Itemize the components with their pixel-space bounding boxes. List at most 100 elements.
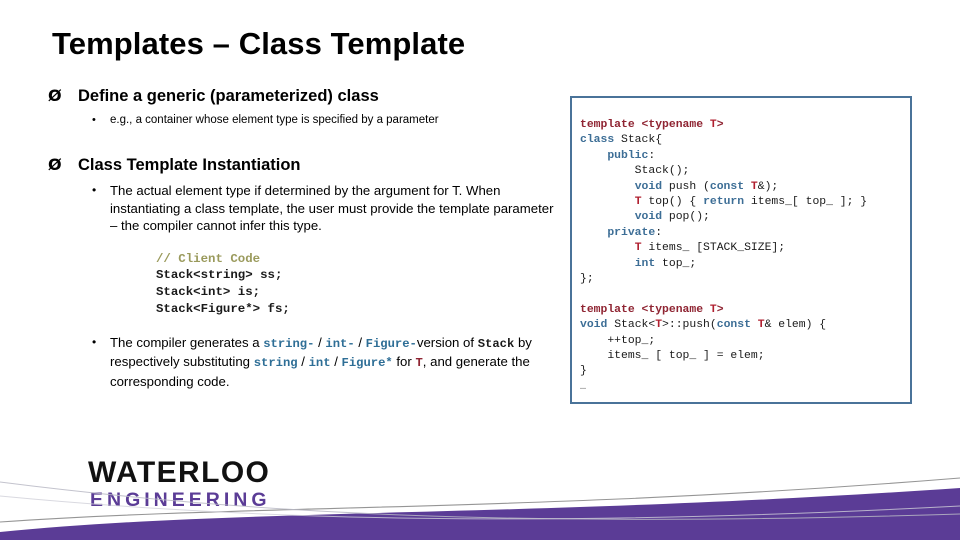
code-token: &); <box>757 180 779 193</box>
code-line: private: <box>580 227 662 239</box>
code-token: items_[ top_ ]; } <box>750 196 868 209</box>
token-string: string <box>253 356 298 371</box>
client-code-comment: // Client Code <box>156 251 261 266</box>
token-string-dash: string- <box>263 336 315 351</box>
code-token: const <box>716 319 758 332</box>
code-line: Stack(); <box>580 165 690 178</box>
code-line: ++top_; <box>580 335 655 347</box>
code-token: T <box>709 119 717 131</box>
code-token: T <box>634 242 642 255</box>
code-token: void <box>634 180 669 193</box>
code-line: class Stack{ <box>580 134 662 146</box>
logo-engineering-text: ENGINEERING <box>90 489 271 511</box>
dot-bullet-icon: • <box>92 183 97 197</box>
code-line: public: <box>580 150 655 162</box>
code-line: T top() { return items_[ top_ ]; } <box>580 196 867 208</box>
code-token: public <box>607 149 649 162</box>
bullet-class-template-instantiation-label: Class Template Instantiation <box>78 156 301 174</box>
code-token: ++top_; <box>580 334 656 347</box>
code-token: Stack(); <box>580 165 690 178</box>
code-token: Stack{ <box>621 134 663 147</box>
token-figure-pointer: Figure* <box>341 356 393 371</box>
separator-slash: / <box>297 354 309 370</box>
code-token: > <box>716 119 724 131</box>
code-token: pop(); <box>668 211 710 224</box>
subbullet-actual-element-type: • The actual element type if determined … <box>48 182 558 235</box>
arrow-bullet-icon: Ø <box>48 86 62 105</box>
bullet-define-generic-class-label: Define a generic (parameterized) class <box>78 87 379 105</box>
code-token: : <box>655 226 663 239</box>
code-line: … <box>580 381 586 393</box>
code-token: return <box>703 196 751 209</box>
code-token: int <box>634 257 663 270</box>
code-line: void push (const T&); <box>580 180 779 193</box>
code-token: top() { <box>641 196 704 209</box>
code-line: }; <box>580 273 594 285</box>
code-token: } <box>580 365 587 378</box>
code-line: items_ [ top_ ] = elem; <box>580 350 765 363</box>
code-token: template <box>580 119 642 131</box>
subbullet-compiler-generates: • The compiler generates a string- / int… <box>48 334 558 391</box>
token-t: T <box>415 356 423 371</box>
code-token: … <box>580 381 587 393</box>
code-line: int top_; <box>580 257 697 270</box>
code-token: const <box>709 180 751 193</box>
token-figure-dash: Figure- <box>365 336 417 351</box>
token-int: int <box>308 356 331 371</box>
subbullet-compiler-generates-text: The compiler generates a string- / int- … <box>110 335 532 389</box>
code-line: void Stack<T>::push(const T& elem) { <box>580 319 826 331</box>
code-line: } <box>580 365 587 377</box>
code-token: >::push( <box>662 319 717 332</box>
text-mid-1: version of <box>416 334 478 350</box>
separator-slash: / <box>314 334 326 350</box>
code-token: items_ [ top_ ] = elem; <box>580 350 765 363</box>
arrow-bullet-icon: Ø <box>48 155 62 174</box>
code-line: T items_ [STACK_SIZE]; <box>580 242 785 254</box>
code-token: items_ [STACK_SIZE]; <box>641 242 786 255</box>
subbullet-container-example: • e.g., a container whose element type i… <box>48 113 558 128</box>
code-line: template <typename T> <box>580 304 724 316</box>
client-code-snippet: // Client Code Stack<string> ss; Stack<i… <box>156 251 558 318</box>
code-token: void <box>634 211 669 224</box>
separator-slash: / <box>330 354 342 370</box>
code-token: : <box>648 149 656 162</box>
code-token: T <box>750 180 758 193</box>
code-token: > <box>716 303 724 316</box>
client-code-line: Stack<Figure*> fs; <box>156 301 290 316</box>
token-stack: Stack <box>477 336 515 351</box>
code-token: Stack< <box>614 319 656 332</box>
dot-bullet-icon: • <box>92 334 97 349</box>
code-token: class <box>580 134 622 147</box>
page-title: Templates – Class Template <box>52 26 466 61</box>
code-token: & elem) { <box>764 319 827 332</box>
bullet-class-template-instantiation: Ø Class Template Instantiation <box>48 155 558 176</box>
code-example-text: template <typename T> class Stack{ publi… <box>580 118 867 395</box>
text-prefix: The compiler generates a <box>110 334 264 350</box>
text-mid-3: for <box>392 354 416 370</box>
token-int-dash: int- <box>325 336 355 351</box>
code-token: top_; <box>662 257 697 270</box>
code-token: }; <box>580 273 594 286</box>
logo-waterloo-text: WATERLOO <box>88 456 271 489</box>
subbullet-container-example-label: e.g., a container whose element type is … <box>110 114 439 126</box>
code-token: T <box>634 196 642 209</box>
code-line: void pop(); <box>580 211 710 223</box>
code-token: typename <box>648 119 710 131</box>
code-token: void <box>580 319 615 332</box>
code-line: template <typename T> <box>580 119 724 131</box>
separator-slash: / <box>354 334 366 350</box>
code-token: template <box>580 303 642 316</box>
code-token: T <box>709 303 717 316</box>
code-token: push ( <box>668 180 710 193</box>
slide-canvas: Templates – Class Template Ø Define a ge… <box>0 0 960 540</box>
slide-body-left: Ø Define a generic (parameterized) class… <box>48 86 558 390</box>
client-code-line: Stack<int> is; <box>156 285 261 300</box>
